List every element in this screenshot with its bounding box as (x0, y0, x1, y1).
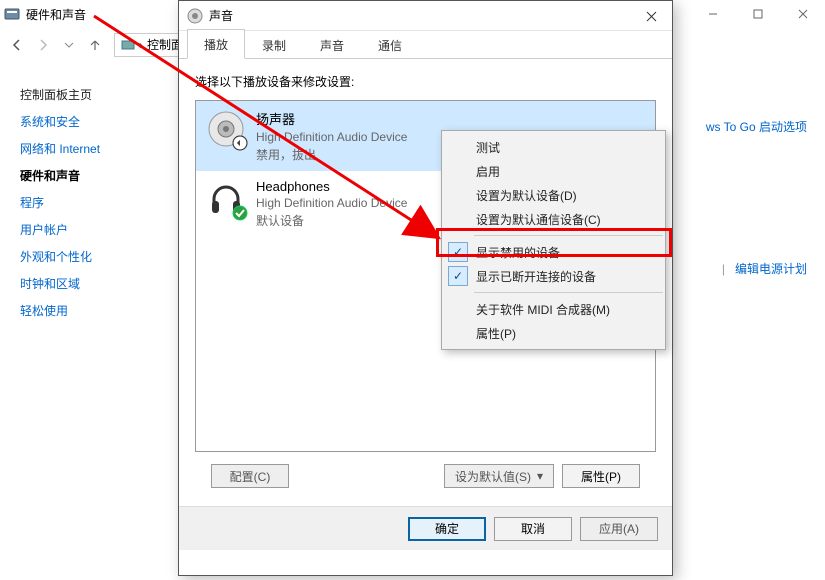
apply-button[interactable]: 应用(A) (580, 517, 658, 541)
bg-title: 硬件和声音 (26, 6, 86, 23)
tab-recording[interactable]: 录制 (245, 30, 303, 59)
sidebar-item-user-accounts[interactable]: 用户帐户 (20, 221, 150, 238)
device-status: 默认设备 (256, 212, 407, 229)
sidebar-item-ease-of-access[interactable]: 轻松使用 (20, 302, 150, 319)
link-wintogo[interactable]: ws To Go 启动选项 (706, 118, 807, 135)
cancel-button[interactable]: 取消 (494, 517, 572, 541)
ok-button[interactable]: 确定 (408, 517, 486, 541)
breadcrumb-sep: › (139, 38, 143, 52)
nav-back-button[interactable] (6, 34, 28, 56)
bg-close-button[interactable] (780, 0, 825, 28)
headphones-device-icon (206, 179, 246, 219)
device-desc: High Definition Audio Device (256, 130, 407, 144)
ctx-about-midi[interactable]: 关于软件 MIDI 合成器(M) (442, 297, 665, 321)
chevron-down-icon: ▾ (537, 469, 543, 483)
sidebar: 控制面板主页 系统和安全 网络和 Internet 硬件和声音 程序 用户帐户 … (0, 70, 150, 329)
instruction-text: 选择以下播放设备来修改设置: (195, 73, 656, 90)
dlg-close-button[interactable] (630, 1, 672, 31)
properties-button[interactable]: 属性(P) (562, 464, 640, 488)
dlg-footer: 确定 取消 应用(A) (179, 506, 672, 550)
configure-button[interactable]: 配置(C) (211, 464, 289, 488)
ctx-show-disconnected-label: 显示已断开连接的设备 (476, 268, 596, 285)
right-links: ws To Go 启动选项 | 编辑电源计划 (706, 118, 807, 143)
sidebar-item-clock-region[interactable]: 时钟和区域 (20, 275, 150, 292)
tab-playback[interactable]: 播放 (187, 29, 245, 59)
speaker-icon (187, 8, 203, 24)
dlg-title: 声音 (209, 7, 233, 24)
dlg-titlebar: 声音 (179, 1, 672, 31)
set-default-button[interactable]: 设为默认值(S) ▾ (444, 464, 554, 488)
bg-maximize-button[interactable] (735, 0, 780, 28)
device-name: 扬声器 (256, 109, 407, 128)
sidebar-item-network[interactable]: 网络和 Internet (20, 140, 150, 157)
device-status: 禁用，拔出 (256, 146, 407, 163)
bg-minimize-button[interactable] (690, 0, 735, 28)
sidebar-heading[interactable]: 控制面板主页 (20, 86, 150, 103)
speaker-device-icon (206, 109, 246, 149)
link-sep: | (722, 262, 725, 276)
ctx-properties[interactable]: 属性(P) (442, 321, 665, 345)
tab-sounds[interactable]: 声音 (303, 30, 361, 59)
nav-up-button[interactable] (84, 34, 106, 56)
set-default-label: 设为默认值(S) (455, 468, 531, 485)
ctx-enable[interactable]: 启用 (442, 159, 665, 183)
nav-recent-button[interactable] (58, 34, 80, 56)
device-desc: High Definition Audio Device (256, 196, 407, 210)
sidebar-item-appearance[interactable]: 外观和个性化 (20, 248, 150, 265)
nav-forward-button[interactable] (32, 34, 54, 56)
device-name: Headphones (256, 179, 407, 194)
dlg-tabstrip: 播放 录制 声音 通信 (179, 31, 672, 59)
ctx-test[interactable]: 测试 (442, 135, 665, 159)
highlight-box (436, 228, 672, 257)
sidebar-item-hardware-sound[interactable]: 硬件和声音 (20, 167, 150, 184)
ctx-separator (474, 292, 663, 293)
ctx-show-disconnected[interactable]: ✓ 显示已断开连接的设备 (442, 264, 665, 288)
ctx-set-default[interactable]: 设置为默认设备(D) (442, 183, 665, 207)
sidebar-item-system[interactable]: 系统和安全 (20, 113, 150, 130)
control-panel-icon (4, 6, 20, 22)
sidebar-item-programs[interactable]: 程序 (20, 194, 150, 211)
breadcrumb-icon (121, 38, 135, 52)
link-power-plan[interactable]: 编辑电源计划 (735, 260, 807, 277)
tab-communications[interactable]: 通信 (361, 30, 419, 59)
check-icon: ✓ (448, 266, 468, 286)
